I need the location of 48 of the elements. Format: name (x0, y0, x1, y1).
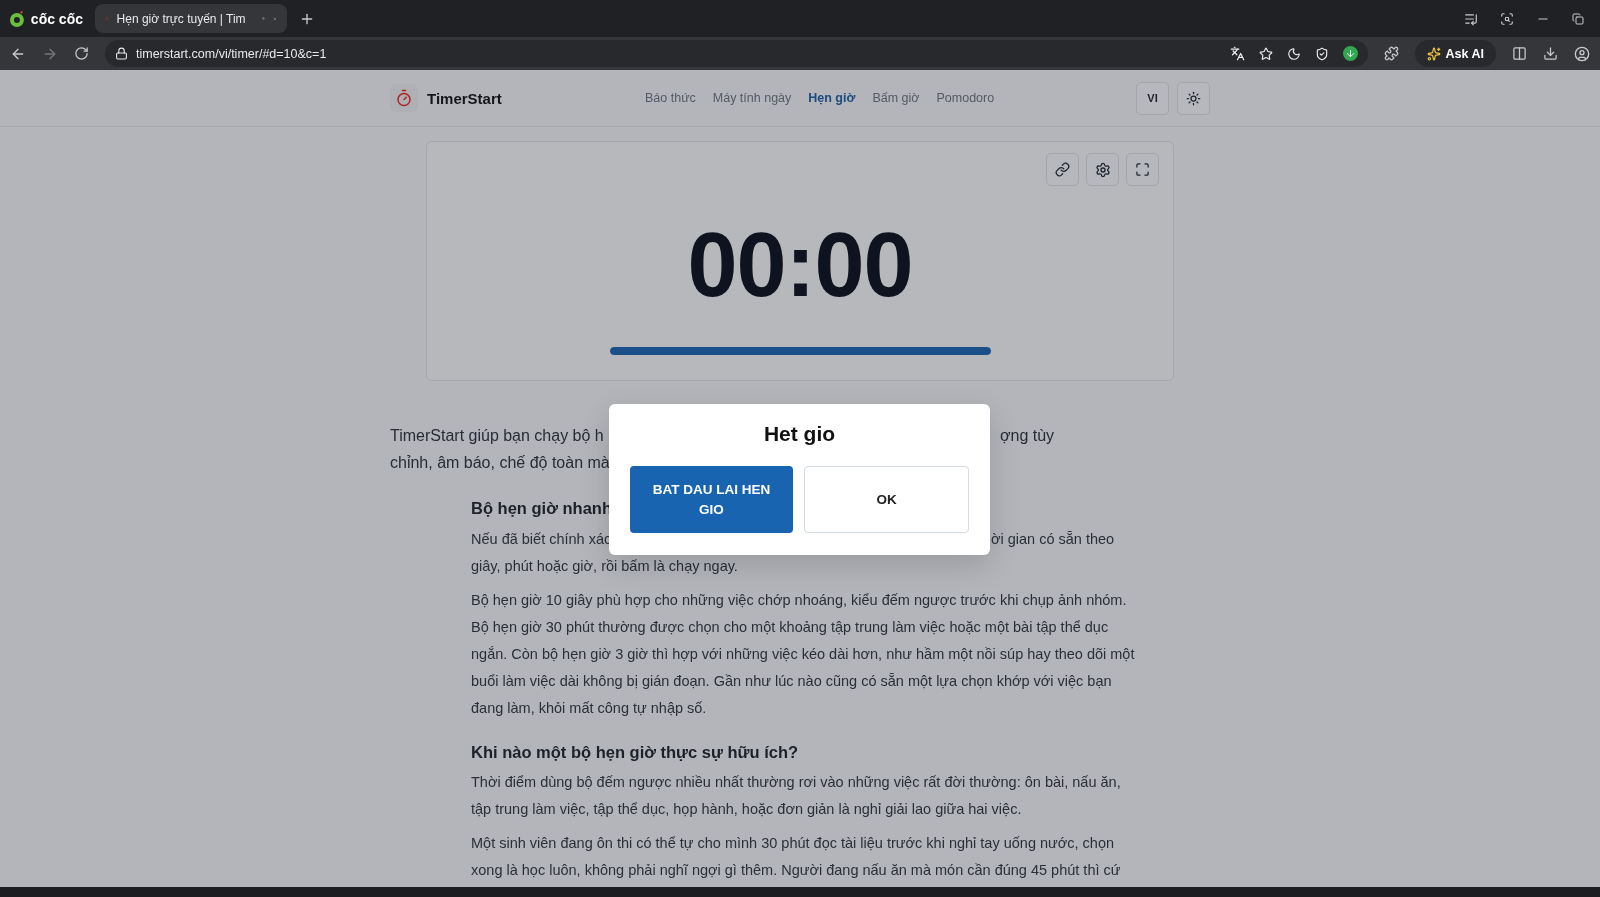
browser-logo-icon (8, 9, 26, 28)
nav-link[interactable]: Bấm giờ (872, 91, 920, 105)
settings-icon (1094, 161, 1111, 178)
ok-button[interactable]: OK (804, 466, 969, 533)
nav-link[interactable]: Hẹn giờ (808, 91, 856, 105)
language-button[interactable]: VI (1136, 81, 1169, 115)
nav-link[interactable]: Pomodoro (936, 91, 995, 105)
moon-icon[interactable] (1286, 46, 1301, 61)
fullscreen-icon (1135, 162, 1150, 177)
translate-icon[interactable] (1229, 46, 1245, 61)
intro-text: TimerStart giúp bạn chạy bộ h (390, 426, 604, 446)
extensions-icon[interactable] (1383, 46, 1399, 61)
reload-icon[interactable] (74, 46, 89, 61)
restart-button[interactable]: BAT DAU LAI HEN GIO (630, 466, 793, 533)
sun-icon (1186, 90, 1201, 106)
paragraph: Thời điểm dùng bộ đếm ngược nhiều nhất thường rơi vào những việc rất đời thường: ôn bài, nấu ăn, tập trung làm việc, tập thể dục, họp hành, hoặc đơn giản là nghỉ giải lao giữa hai việc. (471, 773, 1122, 819)
paragraph: Nếu đã biết chính xác (471, 530, 612, 549)
download-icon[interactable] (1543, 46, 1558, 61)
settings-button[interactable] (1086, 153, 1119, 186)
nav-link[interactable]: Máy tính ngày (712, 91, 792, 105)
shield-icon[interactable] (1314, 46, 1329, 61)
intro-text: chỉnh, âm báo, chế độ toàn mà (390, 453, 610, 473)
paragraph: Một sinh viên đang ôn thi có thể tự cho mình 30 phút đọc tài liệu trước khi nghỉ tay uống nước, chọn xong là học luôn, không phải nghĩ ngợi gì thêm. Người đang nấu ăn mà món cần đúng 45 phút thì cứ (471, 834, 1122, 880)
download-badge-icon[interactable] (1342, 46, 1358, 61)
section-heading: Khi nào một bộ hẹn giờ thực sự hữu ích? (471, 743, 799, 761)
fullscreen-button[interactable] (1126, 153, 1159, 186)
paragraph: Bộ hẹn giờ 10 giây phù hợp cho những việc chớp nhoáng, kiểu đếm ngược trước khi chụp ảnh nhóm. Bộ hẹn giờ 30 phút thường được chọn cho một khoảng tập trung làm việc hoặc một bài tập thể dục ngắn. Còn bộ hẹn giờ 3 giờ thì hợp với những việc kéo dài hơn, như hầm một nồi súp hay theo dõi một buổi làm việc dài không bị gián đoạn. Gần như lúc nào cũng có sẵn một lựa chọn khớp với việc bạn đang làm, khỏi mất công tự nhập số. (471, 591, 1136, 718)
address-bar[interactable]: timerstart.com/vi/timer/#d=10&c=1 (105, 40, 1368, 67)
timer-display: 00:00 (687, 220, 913, 310)
restore-icon[interactable] (1572, 12, 1584, 25)
link-button[interactable] (1046, 153, 1079, 186)
ask-ai-button[interactable]: Ask AI (1414, 40, 1496, 67)
paragraph: ời gian có sẵn theo (991, 530, 1115, 549)
list-icon[interactable] (1464, 11, 1478, 26)
dialog-title: Het gio (763, 422, 836, 446)
lock-icon (115, 47, 128, 60)
profile-icon[interactable] (1574, 45, 1590, 62)
theme-button[interactable] (1177, 81, 1210, 115)
split-view-icon[interactable] (1512, 46, 1527, 61)
site-logo[interactable]: TimerStart (427, 89, 502, 107)
nav-link[interactable]: Báo thức (645, 91, 696, 105)
link-icon (1055, 162, 1070, 177)
screen-search-icon[interactable] (1500, 11, 1514, 26)
sparkle-icon (1426, 46, 1441, 61)
star-icon[interactable] (1258, 46, 1273, 61)
paragraph: giây, phút hoặc giờ, rồi bấm là chạy ngay. (471, 557, 738, 576)
browser-brand: cốc cốc (30, 10, 83, 27)
intro-text: ợng tùy (1000, 426, 1055, 446)
